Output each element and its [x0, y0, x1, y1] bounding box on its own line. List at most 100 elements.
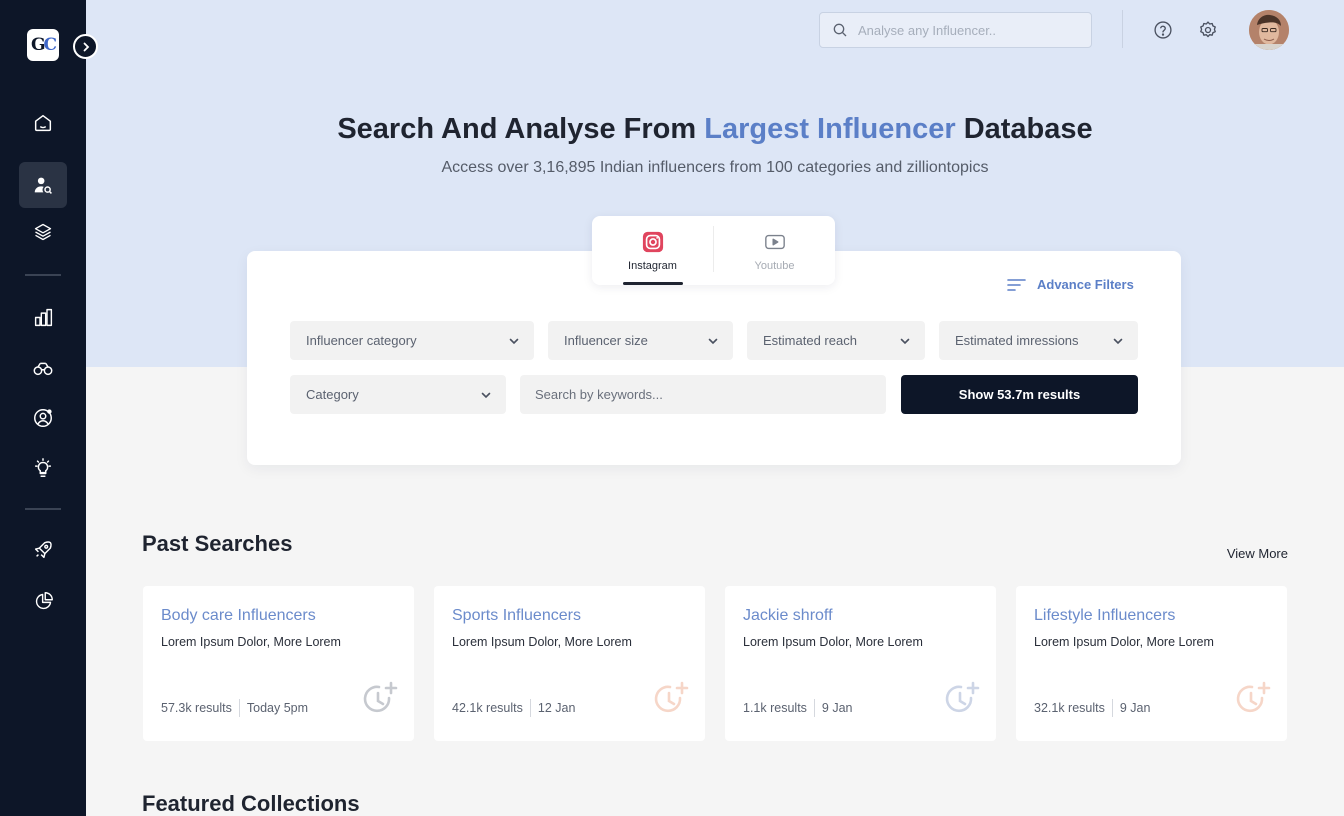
sidebar-item-campaigns[interactable]	[19, 527, 67, 573]
youtube-icon	[764, 234, 785, 250]
page-title: Search And Analyse From Largest Influenc…	[337, 113, 1093, 145]
keyword-search-input[interactable]	[535, 387, 865, 402]
bar-chart-icon	[34, 308, 52, 326]
search-date: 9 Jan	[821, 701, 853, 715]
featured-collections-title: Featured Collections	[142, 791, 360, 816]
keyword-search-field[interactable]	[520, 375, 886, 414]
result-count: 1.1k results	[743, 701, 807, 715]
user-settings-icon	[34, 409, 52, 427]
past-search-description: Lorem Ipsum Dolor, More Lorem	[452, 635, 632, 649]
advance-filters-label: Advance Filters	[1037, 277, 1134, 292]
advance-filters-button[interactable]: Advance Filters	[1007, 277, 1134, 292]
past-search-title[interactable]: Lifestyle Influencers	[1034, 607, 1175, 625]
sidebar-item-analytics[interactable]	[19, 294, 67, 340]
sidebar-divider	[25, 508, 61, 510]
tab-label: Instagram	[628, 260, 677, 272]
platform-tabs: Instagram Youtube	[592, 216, 835, 285]
estimated-impressions-dropdown[interactable]: Estimated imressions	[939, 321, 1138, 360]
influencer-size-dropdown[interactable]: Influencer size	[548, 321, 733, 360]
app-logo[interactable]: GC	[27, 29, 59, 61]
tab-instagram[interactable]: Instagram	[592, 216, 713, 285]
past-search-meta: 42.1k results 12 Jan	[452, 699, 575, 717]
title-highlight: Largest Influencer	[704, 113, 956, 145]
user-avatar[interactable]	[1249, 10, 1289, 50]
page-subtitle: Access over 3,16,895 Indian influencers …	[441, 159, 989, 176]
show-results-button[interactable]: Show 53.7m results	[901, 375, 1138, 414]
result-count: 42.1k results	[452, 701, 523, 715]
result-count: 32.1k results	[1034, 701, 1105, 715]
meta-divider	[529, 699, 531, 717]
past-search-card[interactable]: Sports Influencers Lorem Ipsum Dolor, Mor…	[434, 586, 705, 741]
lightbulb-icon	[34, 458, 52, 477]
category-dropdown[interactable]: Category	[290, 375, 506, 414]
past-search-title[interactable]: Body care Influencers	[161, 607, 316, 625]
chevron-down-icon	[708, 338, 718, 344]
sidebar-item-accounts[interactable]	[19, 395, 67, 441]
user-search-icon	[34, 177, 52, 194]
help-button[interactable]	[1151, 18, 1175, 42]
layers-icon	[34, 223, 52, 241]
past-searches-title: Past Searches	[142, 531, 293, 556]
sidebar-item-ideas[interactable]	[19, 445, 67, 491]
sidebar-item-discover[interactable]	[19, 344, 67, 390]
sidebar: GC	[0, 0, 86, 816]
chevron-right-icon	[83, 42, 89, 51]
clock-plus-icon[interactable]	[1234, 681, 1272, 719]
settings-button[interactable]	[1196, 18, 1220, 42]
past-search-card[interactable]: Body care Influencers Lorem Ipsum Dolor, …	[143, 586, 414, 741]
search-date: Today 5pm	[246, 701, 309, 715]
chevron-down-icon	[481, 392, 491, 398]
estimated-reach-dropdown[interactable]: Estimated reach	[747, 321, 925, 360]
past-search-title[interactable]: Jackie shroff	[743, 607, 833, 625]
sidebar-divider	[25, 274, 61, 276]
past-search-description: Lorem Ipsum Dolor, More Lorem	[1034, 635, 1214, 649]
clock-plus-icon[interactable]	[652, 681, 690, 719]
binoculars-icon	[33, 362, 53, 376]
dropdown-value: Estimated reach	[763, 333, 857, 348]
search-date: 9 Jan	[1119, 701, 1151, 715]
view-more-link[interactable]: View More	[1200, 546, 1288, 561]
past-search-description: Lorem Ipsum Dolor, More Lorem	[161, 635, 341, 649]
search-icon	[833, 23, 847, 37]
chevron-down-icon	[509, 338, 519, 344]
tab-youtube[interactable]: Youtube	[714, 216, 835, 285]
header-divider	[1122, 10, 1123, 48]
past-search-card[interactable]: Lifestyle Influencers Lorem Ipsum Dolor, …	[1016, 586, 1287, 741]
clock-plus-icon[interactable]	[943, 681, 981, 719]
sidebar-item-collections[interactable]	[19, 209, 67, 255]
dropdown-value: Category	[306, 387, 359, 402]
past-search-meta: 1.1k results 9 Jan	[743, 699, 853, 717]
result-count: 57.3k results	[161, 701, 232, 715]
chevron-down-icon	[900, 338, 910, 344]
search-date: 12 Jan	[537, 701, 576, 715]
influencer-category-dropdown[interactable]: Influencer category	[290, 321, 534, 360]
pie-chart-icon	[35, 591, 53, 609]
chevron-down-icon	[1113, 338, 1123, 344]
sidebar-item-reports[interactable]	[19, 578, 67, 624]
dropdown-value: Influencer category	[306, 333, 417, 348]
sidebar-item-home[interactable]	[19, 100, 67, 146]
instagram-icon	[642, 231, 663, 253]
home-icon	[34, 114, 52, 132]
meta-divider	[813, 699, 815, 717]
past-search-description: Lorem Ipsum Dolor, More Lorem	[743, 635, 923, 649]
active-tab-indicator	[623, 282, 683, 285]
meta-divider	[238, 699, 240, 717]
influencer-search-bar[interactable]	[819, 12, 1092, 48]
avatar-image	[1249, 10, 1289, 50]
filter-lines-icon	[1007, 278, 1026, 291]
sidebar-toggle-button[interactable]	[73, 34, 98, 59]
dropdown-value: Influencer size	[564, 333, 648, 348]
influencer-search-input[interactable]	[858, 22, 1078, 38]
help-icon	[1154, 21, 1172, 39]
gear-icon	[1200, 21, 1216, 38]
past-search-title[interactable]: Sports Influencers	[452, 607, 581, 625]
rocket-icon	[34, 541, 52, 559]
tab-label: Youtube	[754, 260, 795, 272]
past-search-meta: 57.3k results Today 5pm	[161, 699, 308, 717]
past-search-meta: 32.1k results 9 Jan	[1034, 699, 1150, 717]
meta-divider	[1111, 699, 1113, 717]
sidebar-item-influencer-search[interactable]	[19, 162, 67, 208]
clock-plus-icon[interactable]	[361, 681, 399, 719]
past-search-card[interactable]: Jackie shroff Lorem Ipsum Dolor, More Lor…	[725, 586, 996, 741]
